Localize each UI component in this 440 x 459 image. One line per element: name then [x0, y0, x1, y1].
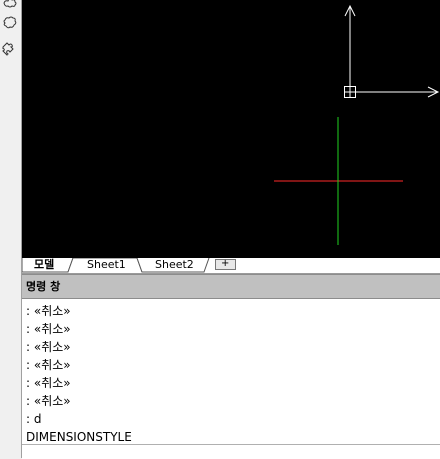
- history-line: : «취소»: [26, 322, 71, 336]
- revcloud-icon[interactable]: [2, 14, 18, 30]
- tab-sheet2[interactable]: Sheet2: [155, 258, 194, 272]
- tab-sheet1[interactable]: Sheet1: [87, 258, 126, 272]
- command-history: : «취소» : «취소» : «취소» : «취소» : «취소» : «취소…: [26, 302, 436, 446]
- crosshair-cursor: [274, 117, 403, 245]
- puzzle-tool-icon[interactable]: [1, 40, 17, 56]
- command-input[interactable]: [22, 444, 440, 459]
- add-sheet-button[interactable]: +: [221, 257, 229, 271]
- drawing-canvas[interactable]: [22, 0, 440, 258]
- cloud-tool-icon[interactable]: [2, 0, 18, 10]
- command-window-titlebar[interactable]: 명령 창: [22, 274, 440, 299]
- history-line: : d: [26, 412, 42, 426]
- tab-model[interactable]: 모델: [34, 258, 54, 272]
- command-window-title: 명령 창: [26, 280, 61, 293]
- history-line: : «취소»: [26, 358, 71, 372]
- history-line: : «취소»: [26, 304, 71, 318]
- ucs-icon: [344, 4, 440, 98]
- left-toolbar: [0, 0, 22, 458]
- history-line: : «취소»: [26, 394, 71, 408]
- history-line: : «취소»: [26, 376, 71, 390]
- command-window: 명령 창 : «취소» : «취소» : «취소» : «취소» : «취소» …: [22, 274, 440, 459]
- layout-tabs: 모델 Sheet1 Sheet2 +: [22, 258, 440, 274]
- history-line: : «취소»: [26, 340, 71, 354]
